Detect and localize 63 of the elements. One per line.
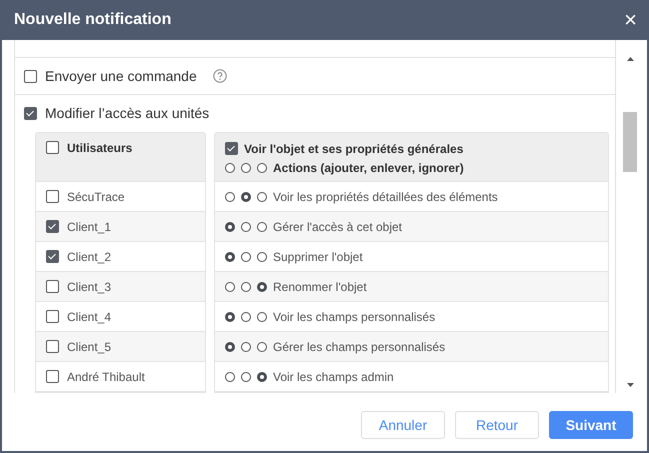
permission-label: Renommer l'objet bbox=[273, 280, 367, 294]
footer-button[interactable]: Retour bbox=[455, 411, 539, 439]
checkbox[interactable] bbox=[46, 370, 59, 383]
radio-button[interactable] bbox=[241, 252, 251, 262]
radio-button[interactable] bbox=[241, 372, 251, 382]
column-header: Utilisateurs bbox=[67, 141, 132, 155]
radio-button[interactable] bbox=[257, 282, 267, 292]
scroll-up-icon[interactable] bbox=[626, 57, 634, 61]
checkbox[interactable] bbox=[46, 190, 59, 203]
footer-button[interactable]: Annuler bbox=[361, 411, 445, 439]
user-name: Client_5 bbox=[67, 340, 112, 354]
radio-button[interactable] bbox=[225, 162, 235, 172]
radio-button[interactable] bbox=[257, 312, 267, 322]
radio-button[interactable] bbox=[225, 342, 235, 352]
scroll-down-icon[interactable] bbox=[626, 383, 634, 387]
permission-label: Voir les propriétés détaillées des éléments bbox=[273, 190, 498, 204]
user-name: Client_4 bbox=[67, 310, 112, 324]
permission-label: Gérer les champs personnalisés bbox=[273, 340, 446, 354]
user-name: Client_1 bbox=[67, 220, 112, 234]
close-button[interactable]: × bbox=[624, 9, 637, 31]
radio-button[interactable] bbox=[257, 342, 267, 352]
checkbox[interactable] bbox=[24, 70, 37, 82]
checkbox[interactable] bbox=[24, 106, 37, 120]
permission-label: Gérer l'accès à cet objet bbox=[273, 220, 402, 234]
radio-button[interactable] bbox=[241, 192, 251, 202]
checkbox[interactable] bbox=[46, 220, 59, 233]
user-name: Client_2 bbox=[67, 250, 112, 264]
column-header: Voir l'objet et ses propriétés générales bbox=[244, 142, 464, 156]
radio-button[interactable] bbox=[225, 282, 235, 292]
radio-button[interactable] bbox=[257, 192, 267, 202]
actions-label: Actions (ajouter, enlever, ignorer) bbox=[273, 160, 464, 174]
option-label: Modifier l’accès aux unités bbox=[45, 105, 210, 121]
radio-button[interactable] bbox=[241, 162, 251, 172]
radio-button[interactable] bbox=[225, 372, 235, 382]
checkbox[interactable] bbox=[46, 141, 59, 154]
radio-button[interactable] bbox=[225, 312, 235, 322]
radio-button[interactable] bbox=[257, 222, 267, 232]
radio-button[interactable] bbox=[241, 342, 251, 352]
scrollbar-thumb[interactable] bbox=[623, 112, 637, 172]
window-title: Nouvelle notification bbox=[14, 11, 172, 29]
radio-button[interactable] bbox=[225, 222, 235, 232]
checkbox[interactable] bbox=[46, 310, 59, 323]
user-name: André Thibault bbox=[67, 370, 145, 384]
radio-button[interactable] bbox=[257, 252, 267, 262]
user-name: Client_3 bbox=[67, 280, 112, 294]
permission-label: Supprimer l'objet bbox=[273, 250, 363, 264]
checkbox[interactable] bbox=[46, 280, 59, 293]
user-name: SécuTrace bbox=[67, 190, 125, 204]
checkbox[interactable] bbox=[225, 142, 238, 155]
radio-button[interactable] bbox=[257, 162, 267, 172]
checkbox[interactable] bbox=[46, 340, 59, 353]
radio-button[interactable] bbox=[225, 252, 235, 262]
next-button[interactable]: Suivant bbox=[549, 411, 633, 439]
radio-button[interactable] bbox=[241, 282, 251, 292]
radio-button[interactable] bbox=[257, 372, 267, 382]
radio-button[interactable] bbox=[241, 222, 251, 232]
radio-button[interactable] bbox=[241, 312, 251, 322]
checkbox[interactable] bbox=[46, 250, 59, 263]
permission-label: Voir les champs personnalisés bbox=[273, 310, 436, 324]
option-label: Envoyer une commande bbox=[45, 68, 197, 84]
permission-label: Voir les champs admin bbox=[273, 370, 394, 384]
radio-button[interactable] bbox=[225, 192, 235, 202]
help-icon[interactable] bbox=[212, 69, 227, 83]
